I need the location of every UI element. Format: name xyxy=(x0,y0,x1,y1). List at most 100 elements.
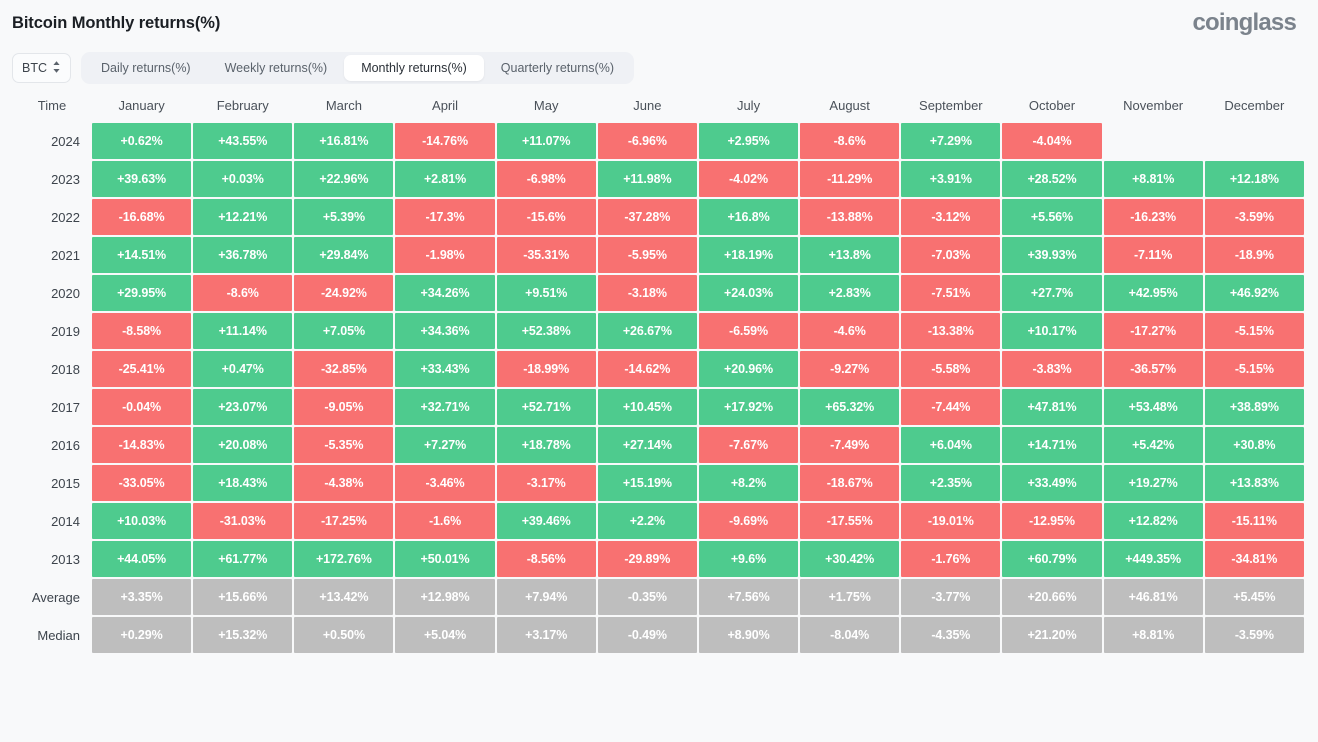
return-cell-2013-october[interactable]: +60.79% xyxy=(1002,541,1102,577)
return-cell-2015-february[interactable]: +18.43% xyxy=(193,465,293,501)
return-cell-2016-november[interactable]: +5.42% xyxy=(1103,427,1203,463)
return-cell-2024-may[interactable]: +11.07% xyxy=(496,123,596,159)
return-cell-2017-february[interactable]: +23.07% xyxy=(193,389,293,425)
return-cell-2023-october[interactable]: +28.52% xyxy=(1002,161,1102,197)
return-cell-2017-november[interactable]: +53.48% xyxy=(1103,389,1203,425)
return-cell-2015-june[interactable]: +15.19% xyxy=(597,465,697,501)
return-cell-2022-december[interactable]: -3.59% xyxy=(1204,199,1304,235)
return-cell-2024-september[interactable]: +7.29% xyxy=(901,123,1001,159)
return-cell-2021-january[interactable]: +14.51% xyxy=(92,237,192,273)
return-cell-2022-january[interactable]: -16.68% xyxy=(92,199,192,235)
return-cell-2019-december[interactable]: -5.15% xyxy=(1204,313,1304,349)
return-cell-2015-july[interactable]: +8.2% xyxy=(698,465,799,501)
return-cell-2018-january[interactable]: -25.41% xyxy=(92,351,192,387)
return-cell-2016-may[interactable]: +18.78% xyxy=(496,427,596,463)
return-cell-2017-june[interactable]: +10.45% xyxy=(597,389,697,425)
return-cell-average-april[interactable]: +12.98% xyxy=(395,579,495,615)
return-cell-2015-march[interactable]: -4.38% xyxy=(294,465,394,501)
return-cell-2014-october[interactable]: -12.95% xyxy=(1002,503,1102,539)
return-cell-2016-july[interactable]: -7.67% xyxy=(698,427,799,463)
return-cell-2020-october[interactable]: +27.7% xyxy=(1002,275,1102,311)
return-cell-average-october[interactable]: +20.66% xyxy=(1002,579,1102,615)
coin-selector[interactable]: BTC xyxy=(12,53,71,83)
return-cell-2019-september[interactable]: -13.38% xyxy=(901,313,1001,349)
return-cell-2021-may[interactable]: -35.31% xyxy=(496,237,596,273)
return-cell-2022-july[interactable]: +16.8% xyxy=(698,199,799,235)
return-cell-2021-october[interactable]: +39.93% xyxy=(1002,237,1102,273)
return-cell-2013-december[interactable]: -34.81% xyxy=(1204,541,1304,577)
return-cell-2018-june[interactable]: -14.62% xyxy=(597,351,697,387)
return-cell-2018-august[interactable]: -9.27% xyxy=(800,351,900,387)
return-cell-2024-june[interactable]: -6.96% xyxy=(597,123,697,159)
return-cell-2015-april[interactable]: -3.46% xyxy=(395,465,495,501)
return-cell-2024-february[interactable]: +43.55% xyxy=(193,123,293,159)
return-cell-2023-november[interactable]: +8.81% xyxy=(1103,161,1203,197)
return-cell-2020-september[interactable]: -7.51% xyxy=(901,275,1001,311)
return-cell-2022-june[interactable]: -37.28% xyxy=(597,199,697,235)
return-cell-2017-may[interactable]: +52.71% xyxy=(496,389,596,425)
return-cell-2013-june[interactable]: -29.89% xyxy=(597,541,697,577)
return-cell-2014-june[interactable]: +2.2% xyxy=(597,503,697,539)
return-cell-2018-september[interactable]: -5.58% xyxy=(901,351,1001,387)
return-cell-2019-march[interactable]: +7.05% xyxy=(294,313,394,349)
return-cell-median-december[interactable]: -3.59% xyxy=(1204,617,1304,653)
return-cell-2021-december[interactable]: -18.9% xyxy=(1204,237,1304,273)
return-cell-2013-march[interactable]: +172.76% xyxy=(294,541,394,577)
return-cell-2022-september[interactable]: -3.12% xyxy=(901,199,1001,235)
return-cell-2016-august[interactable]: -7.49% xyxy=(800,427,900,463)
return-cell-2017-april[interactable]: +32.71% xyxy=(395,389,495,425)
return-cell-median-january[interactable]: +0.29% xyxy=(92,617,192,653)
return-cell-average-july[interactable]: +7.56% xyxy=(698,579,799,615)
return-cell-2023-august[interactable]: -11.29% xyxy=(800,161,900,197)
return-cell-2015-november[interactable]: +19.27% xyxy=(1103,465,1203,501)
return-cell-2019-june[interactable]: +26.67% xyxy=(597,313,697,349)
return-cell-2024-january[interactable]: +0.62% xyxy=(92,123,192,159)
return-cell-2016-march[interactable]: -5.35% xyxy=(294,427,394,463)
return-cell-2015-august[interactable]: -18.67% xyxy=(800,465,900,501)
return-cell-2013-november[interactable]: +449.35% xyxy=(1103,541,1203,577)
return-cell-average-december[interactable]: +5.45% xyxy=(1204,579,1304,615)
return-cell-2014-march[interactable]: -17.25% xyxy=(294,503,394,539)
return-cell-2018-march[interactable]: -32.85% xyxy=(294,351,394,387)
return-cell-average-january[interactable]: +3.35% xyxy=(92,579,192,615)
return-cell-2019-october[interactable]: +10.17% xyxy=(1002,313,1102,349)
return-cell-2020-june[interactable]: -3.18% xyxy=(597,275,697,311)
return-cell-2016-april[interactable]: +7.27% xyxy=(395,427,495,463)
return-cell-2021-november[interactable]: -7.11% xyxy=(1103,237,1203,273)
return-cell-2020-may[interactable]: +9.51% xyxy=(496,275,596,311)
return-cell-2020-february[interactable]: -8.6% xyxy=(193,275,293,311)
return-cell-median-august[interactable]: -8.04% xyxy=(800,617,900,653)
return-cell-2020-august[interactable]: +2.83% xyxy=(800,275,900,311)
return-cell-average-june[interactable]: -0.35% xyxy=(597,579,697,615)
return-cell-2019-april[interactable]: +34.36% xyxy=(395,313,495,349)
return-cell-2017-july[interactable]: +17.92% xyxy=(698,389,799,425)
return-cell-2016-february[interactable]: +20.08% xyxy=(193,427,293,463)
return-cell-2013-august[interactable]: +30.42% xyxy=(800,541,900,577)
return-cell-median-june[interactable]: -0.49% xyxy=(597,617,697,653)
return-cell-2021-july[interactable]: +18.19% xyxy=(698,237,799,273)
return-cell-2017-september[interactable]: -7.44% xyxy=(901,389,1001,425)
return-cell-2023-may[interactable]: -6.98% xyxy=(496,161,596,197)
return-cell-2018-april[interactable]: +33.43% xyxy=(395,351,495,387)
return-cell-2017-december[interactable]: +38.89% xyxy=(1204,389,1304,425)
return-cell-2023-december[interactable]: +12.18% xyxy=(1204,161,1304,197)
return-cell-2022-april[interactable]: -17.3% xyxy=(395,199,495,235)
return-cell-2019-may[interactable]: +52.38% xyxy=(496,313,596,349)
return-cell-2014-september[interactable]: -19.01% xyxy=(901,503,1001,539)
return-cell-2014-may[interactable]: +39.46% xyxy=(496,503,596,539)
return-cell-2022-march[interactable]: +5.39% xyxy=(294,199,394,235)
return-cell-2018-december[interactable]: -5.15% xyxy=(1204,351,1304,387)
return-cell-2019-november[interactable]: -17.27% xyxy=(1103,313,1203,349)
return-cell-2013-september[interactable]: -1.76% xyxy=(901,541,1001,577)
return-cell-2024-october[interactable]: -4.04% xyxy=(1002,123,1102,159)
return-cell-2022-october[interactable]: +5.56% xyxy=(1002,199,1102,235)
return-cell-2024-july[interactable]: +2.95% xyxy=(698,123,799,159)
return-cell-2017-march[interactable]: -9.05% xyxy=(294,389,394,425)
return-cell-2021-february[interactable]: +36.78% xyxy=(193,237,293,273)
return-cell-2022-august[interactable]: -13.88% xyxy=(800,199,900,235)
return-cell-2021-april[interactable]: -1.98% xyxy=(395,237,495,273)
return-cell-2021-august[interactable]: +13.8% xyxy=(800,237,900,273)
return-cell-2021-march[interactable]: +29.84% xyxy=(294,237,394,273)
return-cell-2014-august[interactable]: -17.55% xyxy=(800,503,900,539)
return-cell-2022-may[interactable]: -15.6% xyxy=(496,199,596,235)
